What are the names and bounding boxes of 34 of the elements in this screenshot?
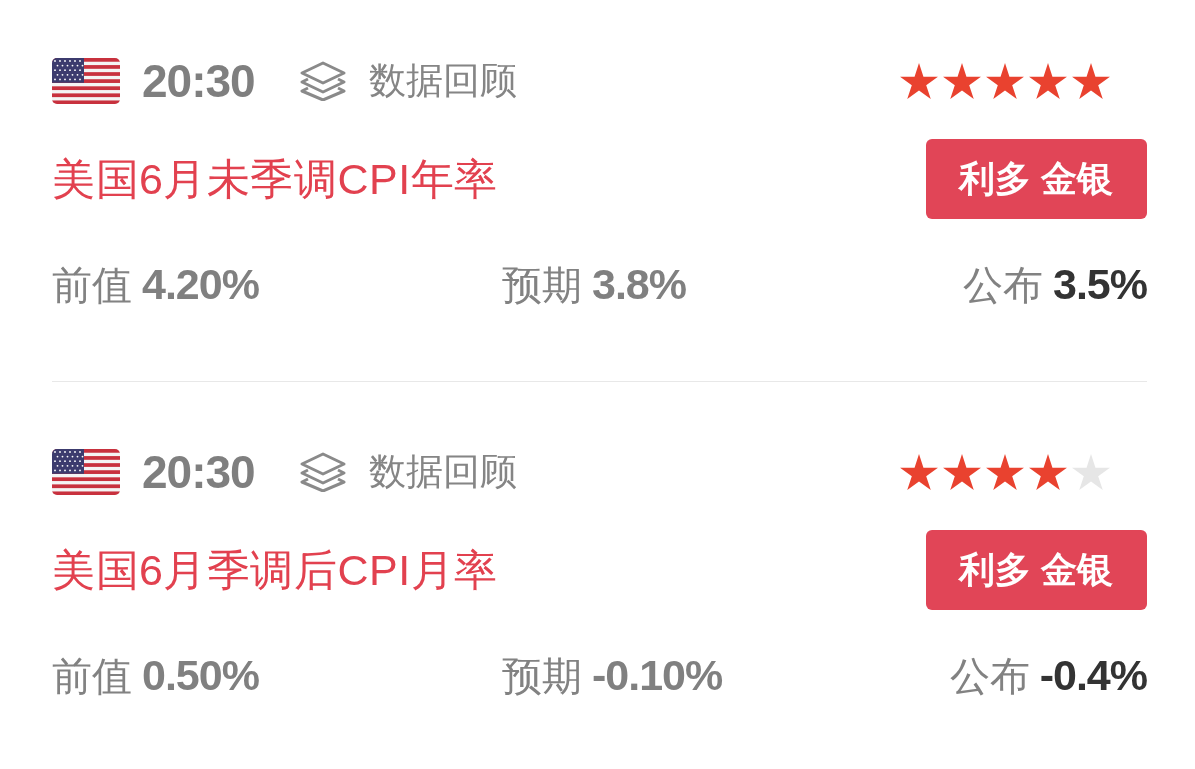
star-icon: [900, 63, 938, 99]
impact-badge: 利多 金银: [926, 139, 1147, 219]
star-icon: [943, 454, 981, 490]
star-icon: [986, 63, 1024, 99]
field-value: 0.50%: [142, 651, 259, 700]
category-label: 数据回顾: [368, 450, 517, 494]
field-label: 预期: [502, 653, 582, 700]
star-icon: [1029, 454, 1067, 490]
field-value: -0.10%: [592, 651, 723, 700]
field-value: -0.4%: [1039, 651, 1147, 700]
us-flag-icon: [52, 449, 120, 495]
event-time: 20:30: [142, 57, 255, 105]
star-icon: [943, 63, 981, 99]
star-icon: [1072, 454, 1110, 490]
field-label: 公布: [949, 653, 1030, 700]
star-icon: [1029, 63, 1067, 99]
layers-icon: [298, 61, 347, 101]
field-label: 前值: [52, 262, 132, 309]
star-icon: [900, 454, 938, 490]
impact-badge: 利多 金银: [926, 530, 1147, 610]
star-icon: [986, 454, 1024, 490]
layers-icon: [298, 452, 347, 492]
event-title: 美国6月未季调CPI年率: [52, 154, 498, 205]
us-flag-icon: [52, 58, 120, 104]
field-value: 4.20%: [142, 260, 259, 309]
field-label: 前值: [52, 653, 132, 700]
star-icon: [1072, 63, 1110, 99]
field-label: 预期: [502, 262, 582, 309]
field-value: 3.8%: [592, 260, 686, 309]
field-label: 公布: [963, 262, 1043, 309]
category-label: 数据回顾: [368, 59, 517, 103]
field-value: 3.5%: [1053, 260, 1147, 309]
event-title: 美国6月季调后CPI月率: [52, 545, 498, 596]
event-time: 20:30: [142, 448, 255, 496]
